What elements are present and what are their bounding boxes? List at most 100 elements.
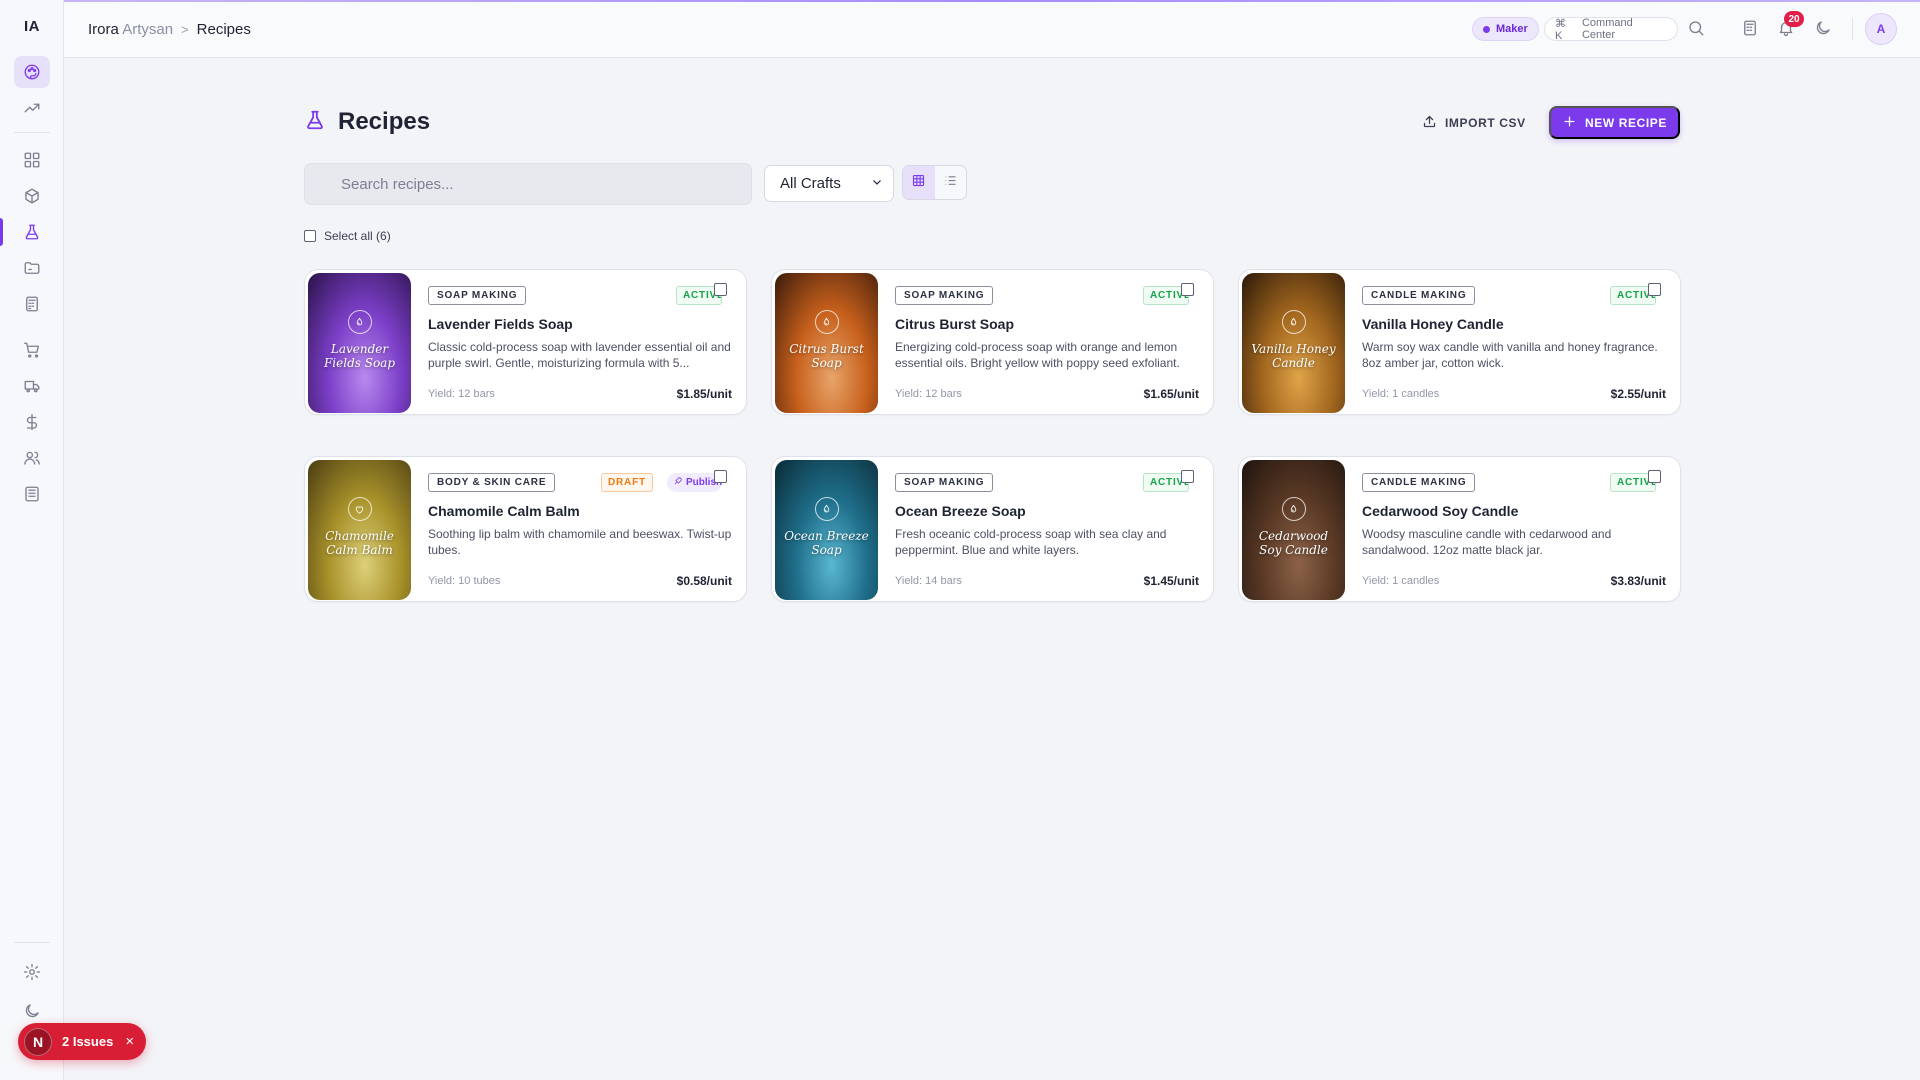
issues-toast[interactable]: N 2 Issues × bbox=[18, 1023, 146, 1060]
import-csv-label: IMPORT CSV bbox=[1445, 116, 1526, 130]
thumbnail-title: Lavender Fields Soap bbox=[323, 342, 396, 370]
grid-icon bbox=[911, 173, 926, 193]
view-toggle bbox=[902, 165, 967, 200]
recipe-checkbox[interactable] bbox=[1181, 283, 1194, 296]
recipe-title[interactable]: Vanilla Honey Candle bbox=[1362, 316, 1504, 332]
recipe-title[interactable]: Chamomile Calm Balm bbox=[428, 503, 580, 519]
dashboard-icon[interactable] bbox=[14, 144, 50, 176]
recipe-card[interactable]: Lavender Fields Soap SOAP MAKING ACTIVE Lav… bbox=[304, 269, 747, 415]
drop-icon bbox=[1281, 497, 1306, 521]
breadcrumb-separator: > bbox=[181, 22, 189, 37]
users-icon[interactable] bbox=[14, 442, 50, 474]
thumbnail-title: Ocean Breeze Soap bbox=[784, 529, 869, 557]
user-avatar[interactable]: A bbox=[1865, 13, 1897, 45]
trending-up-icon[interactable] bbox=[14, 92, 50, 124]
status-badge: DRAFT bbox=[601, 473, 653, 492]
recipe-checkbox[interactable] bbox=[1181, 470, 1194, 483]
recipe-card-body: SOAP MAKING ACTIVE Ocean Breeze Soap Fresh … bbox=[890, 457, 1213, 601]
close-icon[interactable]: × bbox=[125, 1033, 134, 1050]
drop-icon bbox=[1281, 310, 1306, 334]
recipe-card-body: SOAP MAKING ACTIVE Lavender Fields Soap Cla… bbox=[423, 270, 746, 414]
recipe-card[interactable]: Chamomile Calm Balm BODY & SKIN CARE DRAFT… bbox=[304, 456, 747, 602]
cart-icon[interactable] bbox=[14, 334, 50, 366]
recipe-title[interactable]: Cedarwood Soy Candle bbox=[1362, 503, 1518, 519]
issues-badge: N bbox=[24, 1027, 52, 1056]
select-all-checkbox[interactable] bbox=[304, 230, 316, 242]
header-divider bbox=[1852, 18, 1853, 40]
breadcrumb: Irora Artysan > Recipes bbox=[88, 21, 251, 38]
grid-view-button[interactable] bbox=[903, 166, 935, 199]
new-recipe-button[interactable]: NEW RECIPE bbox=[1549, 106, 1680, 139]
recipe-description: Energizing cold-process soap with orange… bbox=[895, 340, 1180, 370]
recipe-unit-price: $3.83/unit bbox=[1610, 574, 1666, 588]
org-suffix: Artysan bbox=[122, 21, 174, 38]
craft-badge: CANDLE MAKING bbox=[1362, 286, 1476, 305]
recipe-thumbnail: Cedarwood Soy Candle bbox=[1242, 460, 1345, 600]
chevron-down-icon bbox=[871, 175, 883, 192]
folder-icon[interactable] bbox=[14, 252, 50, 284]
recipe-card-body: SOAP MAKING ACTIVE Citrus Burst Soap Energi… bbox=[890, 270, 1213, 414]
recipe-unit-price: $1.45/unit bbox=[1143, 574, 1199, 588]
list-icon bbox=[943, 173, 958, 193]
search-input[interactable]: Search recipes... bbox=[304, 163, 752, 205]
recipe-title[interactable]: Lavender Fields Soap bbox=[428, 316, 573, 332]
new-recipe-label: NEW RECIPE bbox=[1584, 115, 1667, 130]
recipe-checkbox[interactable] bbox=[714, 283, 727, 296]
recipe-description: Woodsy masculine candle with cedarwood a… bbox=[1362, 527, 1612, 557]
rocket-icon bbox=[673, 476, 683, 489]
breadcrumb-org[interactable]: Irora Artysan bbox=[88, 21, 173, 38]
drop-icon bbox=[814, 497, 839, 521]
recipe-card-body: CANDLE MAKING ACTIVE Vanilla Honey Candle W… bbox=[1357, 270, 1680, 414]
drop-icon bbox=[814, 310, 839, 334]
craft-badge: CANDLE MAKING bbox=[1362, 473, 1476, 492]
import-csv-button[interactable]: IMPORT CSV bbox=[1412, 107, 1536, 139]
settings-icon[interactable] bbox=[14, 956, 50, 988]
select-all[interactable]: Select all (6) bbox=[304, 229, 391, 243]
recipe-checkbox[interactable] bbox=[1648, 470, 1661, 483]
recipe-card[interactable]: Cedarwood Soy Candle CANDLE MAKING ACTIVE C… bbox=[1238, 456, 1681, 602]
command-center-button[interactable]: ⌘ K Command Center bbox=[1544, 17, 1678, 42]
recipe-description: Warm soy wax candle with vanilla and hon… bbox=[1362, 340, 1658, 370]
recipe-title[interactable]: Citrus Burst Soap bbox=[895, 316, 1014, 332]
thumbnail-title: Cedarwood Soy Candle bbox=[1258, 529, 1329, 557]
recipe-unit-price: $0.58/unit bbox=[676, 574, 732, 588]
recipe-unit-price: $2.55/unit bbox=[1610, 387, 1666, 401]
list-view-button[interactable] bbox=[935, 166, 967, 199]
dollar-icon[interactable] bbox=[14, 406, 50, 438]
role-dot bbox=[1483, 25, 1490, 33]
search-icon[interactable] bbox=[1687, 19, 1707, 39]
flask-icon[interactable] bbox=[14, 216, 50, 248]
breadcrumb-current: Recipes bbox=[196, 21, 251, 38]
recipe-checkbox[interactable] bbox=[1648, 283, 1661, 296]
calculator-icon[interactable] bbox=[14, 288, 50, 320]
recipe-yield: Yield: 12 bars bbox=[428, 388, 495, 400]
recipe-card[interactable]: Citrus Burst Soap SOAP MAKING ACTIVE Citrus… bbox=[771, 269, 1214, 415]
palette-icon[interactable] bbox=[14, 56, 50, 88]
sidebar-divider bbox=[14, 132, 50, 133]
building-icon[interactable] bbox=[14, 478, 50, 510]
truck-icon[interactable] bbox=[14, 370, 50, 402]
craft-badge: BODY & SKIN CARE bbox=[428, 473, 556, 492]
sidebar-divider-bottom bbox=[14, 942, 50, 943]
package-icon[interactable] bbox=[14, 180, 50, 212]
header-accent-line bbox=[64, 0, 1920, 2]
recipe-card[interactable]: Ocean Breeze Soap SOAP MAKING ACTIVE Ocean … bbox=[771, 456, 1214, 602]
sidebar: IA bbox=[0, 0, 64, 1080]
top-header: Irora Artysan > Recipes Maker ⌘ K Comman… bbox=[64, 0, 1920, 58]
select-all-label: Select all (6) bbox=[324, 229, 391, 243]
recipe-card[interactable]: Vanilla Honey Candle CANDLE MAKING ACTIVE V… bbox=[1238, 269, 1681, 415]
recipe-yield: Yield: 10 tubes bbox=[428, 575, 501, 587]
recipe-title[interactable]: Ocean Breeze Soap bbox=[895, 503, 1026, 519]
recipe-thumbnail: Vanilla Honey Candle bbox=[1242, 273, 1345, 413]
app-logo[interactable]: IA bbox=[0, 18, 64, 35]
recipe-yield: Yield: 14 bars bbox=[895, 575, 962, 587]
role-badge[interactable]: Maker bbox=[1472, 17, 1539, 41]
upload-icon bbox=[1422, 114, 1437, 132]
calculator-icon[interactable] bbox=[1741, 19, 1761, 39]
craft-filter-select[interactable]: All Crafts bbox=[764, 165, 894, 202]
moon-icon[interactable] bbox=[1814, 19, 1834, 39]
command-label: Command Center bbox=[1581, 17, 1633, 41]
recipe-unit-price: $1.65/unit bbox=[1143, 387, 1199, 401]
recipe-checkbox[interactable] bbox=[714, 470, 727, 483]
recipe-yield: Yield: 1 candles bbox=[1362, 388, 1440, 400]
